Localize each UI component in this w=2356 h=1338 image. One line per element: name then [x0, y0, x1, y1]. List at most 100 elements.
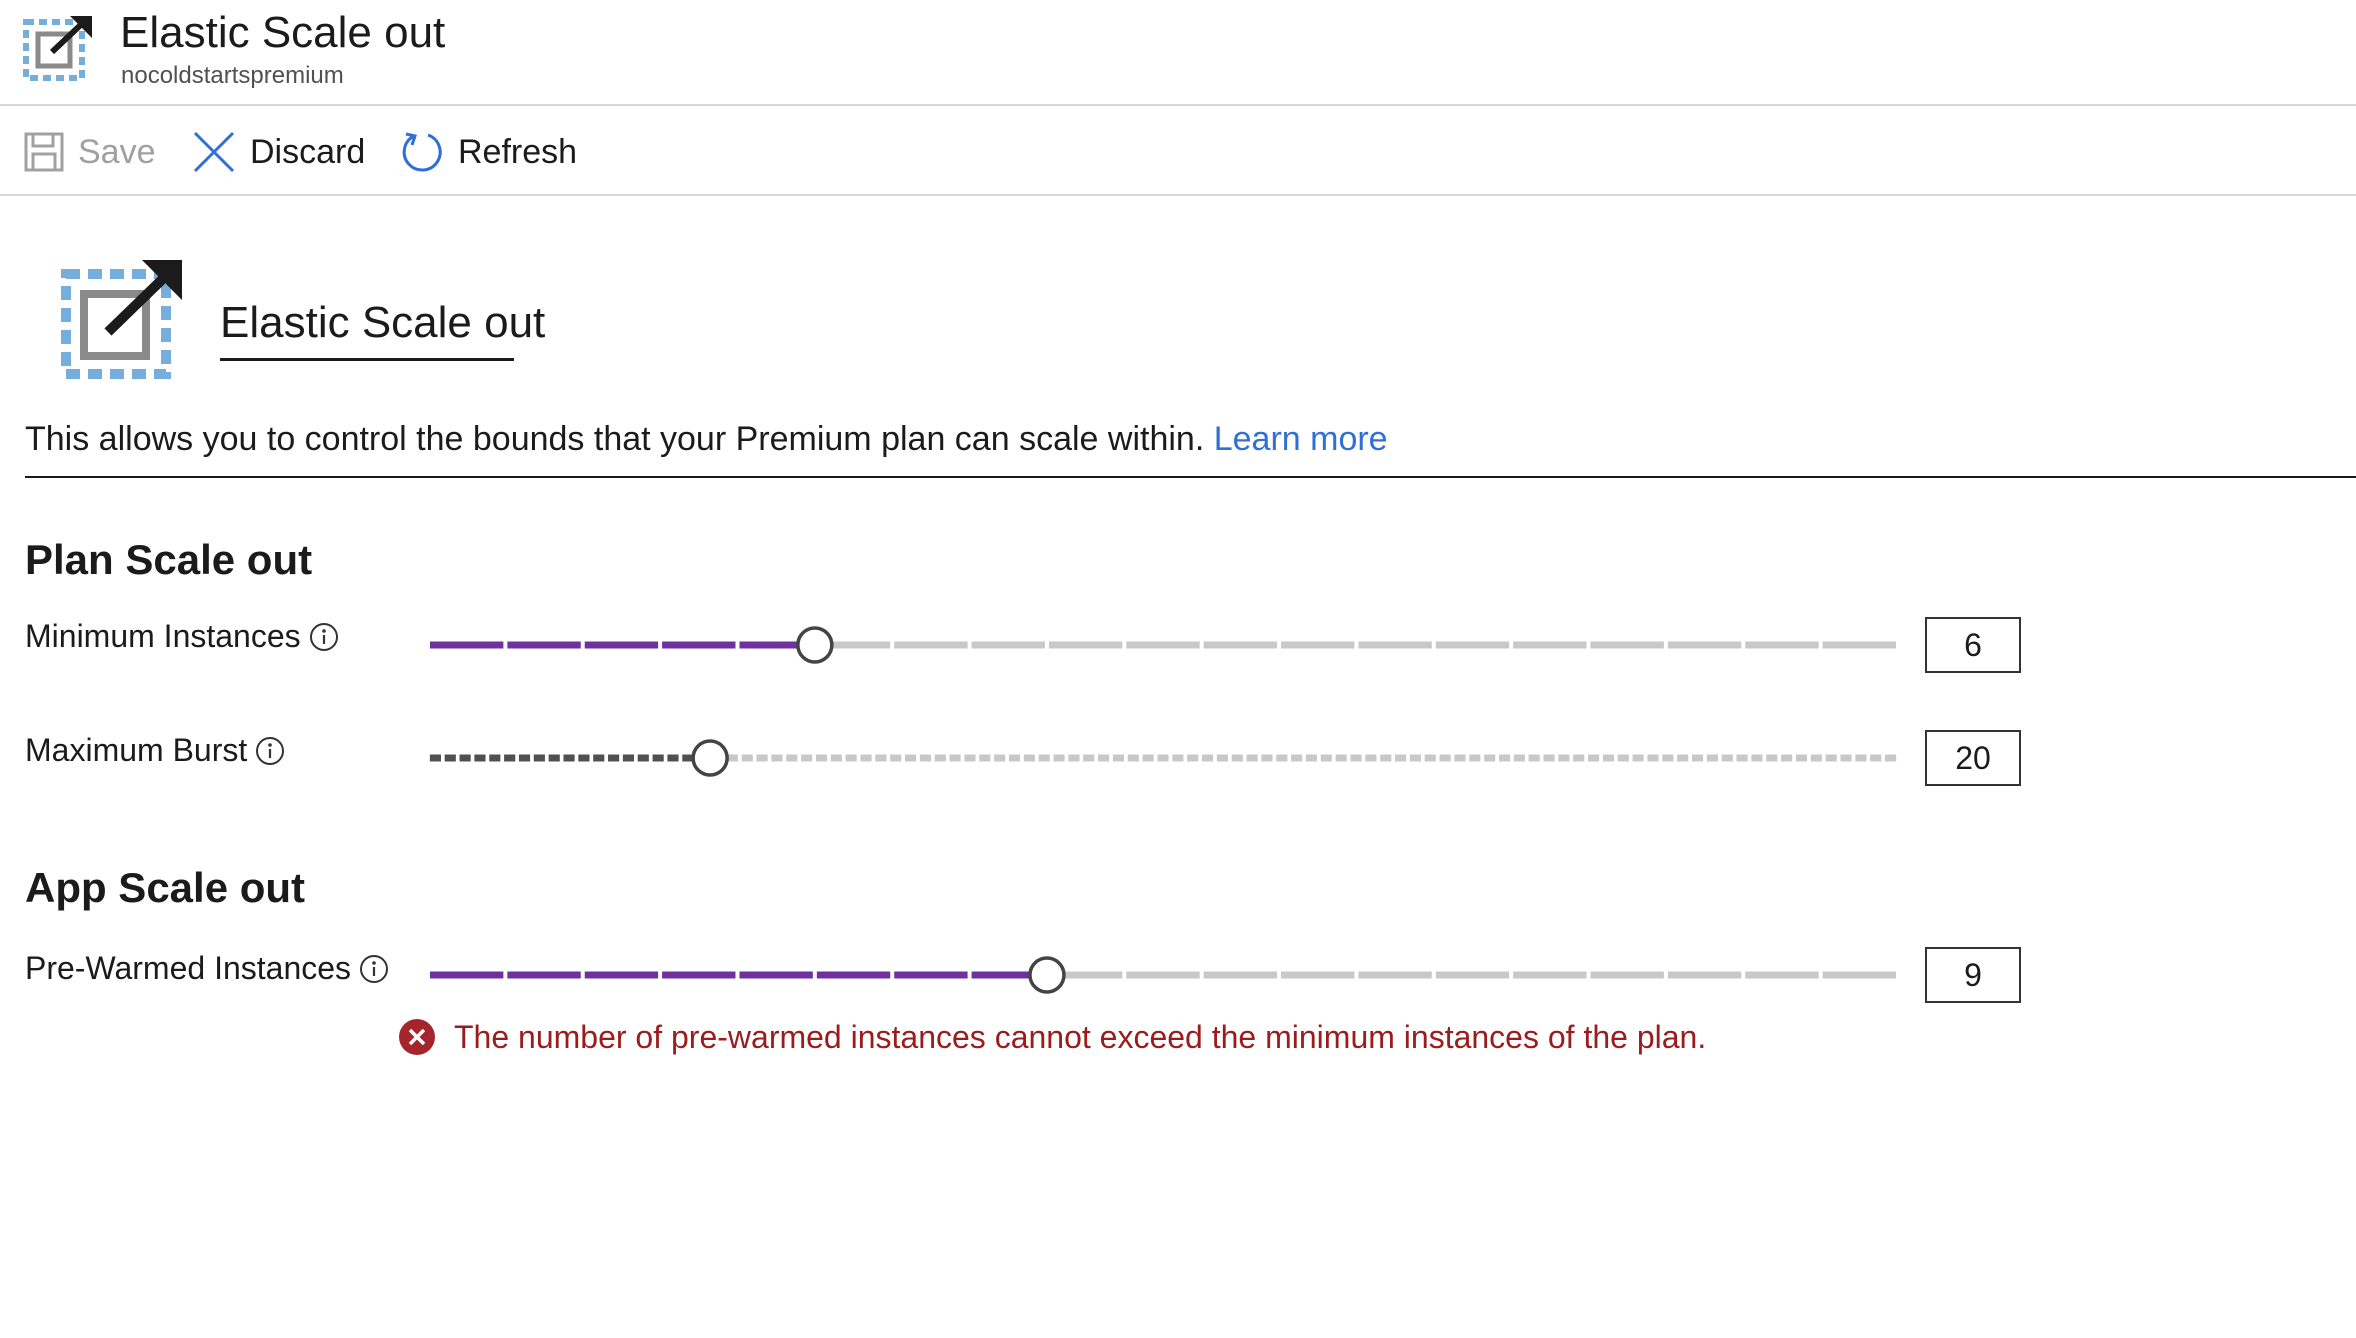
minimum-instances-text: Minimum Instances	[25, 618, 301, 654]
slider-track-segment	[1667, 641, 1742, 649]
slider-thumb[interactable]	[1028, 956, 1066, 994]
discard-button[interactable]: Discard	[192, 126, 365, 178]
slider-track-segment	[622, 754, 635, 762]
maximum-burst-input[interactable]: 20	[1925, 730, 2021, 786]
slider-track-segment	[504, 754, 516, 762]
slider-track-segment	[1023, 754, 1035, 762]
slider-thumb[interactable]	[796, 626, 834, 664]
slider-track-segment	[1810, 754, 1822, 762]
slider-track-segment	[1513, 641, 1587, 649]
slider-track-segment	[489, 754, 501, 762]
info-icon[interactable]	[309, 622, 339, 652]
slider-track-segment	[662, 971, 736, 979]
slider-track-segment	[1350, 754, 1362, 762]
toolbar-divider	[0, 194, 2356, 196]
slider-track-segment	[1870, 754, 1882, 762]
slider-track-segment	[964, 754, 976, 762]
slider-track-segment	[1281, 971, 1355, 979]
slider-track-segment	[845, 754, 857, 762]
pre-warmed-instances-slider[interactable]	[426, 955, 1900, 995]
slider-track-segment	[1172, 754, 1184, 762]
slider-track-segment	[1216, 754, 1228, 762]
validation-error: The number of pre-warmed instances canno…	[398, 1018, 1706, 1056]
minimum-instances-slider[interactable]	[426, 625, 1900, 665]
slider-track-segment	[1602, 754, 1615, 762]
slider-track-segment	[1203, 971, 1278, 979]
slider-track-segment	[894, 971, 968, 979]
slider-track-segment	[1157, 754, 1169, 762]
slider-thumb[interactable]	[691, 739, 729, 777]
slider-track-segment	[507, 971, 581, 979]
slider-track-segment	[1484, 754, 1496, 762]
slider-track-segment	[1781, 754, 1793, 762]
slider-track-segment	[1691, 754, 1704, 762]
slider-track-segment	[1513, 754, 1525, 762]
slider-track-segment	[593, 754, 605, 762]
learn-more-link[interactable]: Learn more	[1214, 420, 1388, 458]
discard-label: Discard	[250, 132, 366, 171]
slider-track-segment	[756, 754, 768, 762]
slider-track-segment	[1358, 641, 1432, 649]
slider-track-segment	[1048, 641, 1123, 649]
slider-track-segment	[459, 754, 471, 762]
slider-track-segment	[1822, 971, 1896, 979]
slider-track-segment	[507, 641, 581, 649]
pre-warmed-instances-input[interactable]: 9	[1925, 947, 2021, 1003]
slider-track-segment	[1380, 754, 1392, 762]
slider-track-segment	[1246, 754, 1258, 762]
elastic-scale-icon	[61, 260, 182, 379]
slider-track-segment	[971, 641, 1045, 649]
slider-track-segment	[786, 754, 798, 762]
maximum-burst-text: Maximum Burst	[25, 732, 248, 768]
slider-track-segment	[1098, 754, 1110, 762]
slider-track-segment	[1083, 754, 1095, 762]
slider-track-segment	[816, 971, 891, 979]
save-button[interactable]: Save	[24, 126, 156, 178]
slider-track-segment	[771, 754, 783, 762]
slider-track-segment	[1395, 754, 1407, 762]
slider-track-segment	[1885, 754, 1897, 762]
slider-track-segment	[1068, 754, 1080, 762]
slider-track-segment	[1751, 754, 1763, 762]
slider-track-segment	[518, 754, 531, 762]
slider-track-segment	[1365, 754, 1377, 762]
refresh-icon	[402, 132, 442, 172]
info-icon[interactable]	[255, 736, 285, 766]
slider-track-segment	[949, 754, 961, 762]
refresh-button[interactable]: Refresh	[400, 126, 577, 178]
slider-track-segment	[894, 641, 968, 649]
info-icon[interactable]	[359, 954, 389, 984]
slider-track-segment	[1745, 641, 1819, 649]
slider-track-segment	[815, 754, 828, 762]
slider-track-segment	[890, 754, 902, 762]
slider-track-segment	[1435, 971, 1510, 979]
slider-track-segment	[548, 754, 560, 762]
slider-track-segment	[875, 754, 887, 762]
slider-track-segment	[1647, 754, 1659, 762]
slider-track-segment	[1281, 641, 1355, 649]
slider-track-segment	[1513, 971, 1587, 979]
refresh-label: Refresh	[458, 132, 578, 171]
slider-track-segment	[1203, 641, 1278, 649]
slider-track-segment	[1745, 971, 1819, 979]
slider-track-segment	[1469, 754, 1481, 762]
slider-track-segment	[1435, 641, 1510, 649]
slider-track-segment	[1112, 754, 1125, 762]
slider-track-segment	[578, 754, 590, 762]
slider-track-segment	[1590, 971, 1664, 979]
maximum-burst-slider[interactable]	[426, 738, 1900, 778]
slider-track-segment	[1677, 754, 1689, 762]
minimum-instances-input[interactable]: 6	[1925, 617, 2021, 673]
slider-track-segment	[1590, 641, 1664, 649]
slider-track-segment	[1454, 754, 1466, 762]
slider-track-segment	[1358, 971, 1432, 979]
pre-warmed-instances-text: Pre-Warmed Instances	[25, 950, 352, 986]
slider-track-segment	[429, 754, 441, 762]
close-icon	[193, 131, 235, 173]
slider-track-segment	[830, 754, 842, 762]
slider-track-segment	[1558, 754, 1570, 762]
slider-track-segment	[1822, 641, 1896, 649]
maximum-burst-label: Maximum Burst	[25, 732, 285, 769]
slider-track-segment	[1335, 754, 1347, 762]
description: This allows you to control the bounds th…	[25, 420, 1388, 459]
